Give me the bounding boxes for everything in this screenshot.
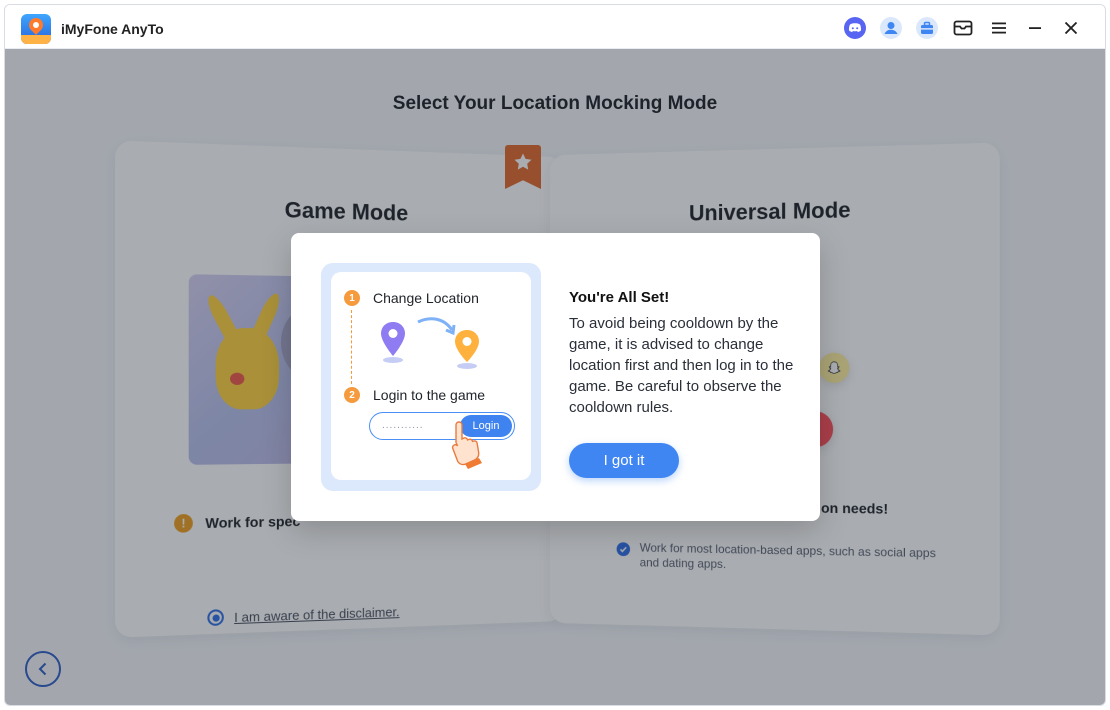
- step-1-badge: 1: [344, 290, 360, 306]
- mail-icon[interactable]: [951, 16, 975, 40]
- step-connector: [351, 310, 352, 384]
- step-1-label: Change Location: [373, 290, 479, 306]
- step-2-badge: 2: [344, 387, 360, 403]
- orange-location-pin-icon: [455, 330, 479, 369]
- titlebar-actions: [843, 15, 1083, 41]
- step-2-label: Login to the game: [373, 387, 486, 403]
- tips-dialog: 1 Change Location 2 Login to the game ..…: [291, 233, 820, 521]
- discord-icon[interactable]: [843, 16, 867, 40]
- menu-icon[interactable]: [987, 16, 1011, 40]
- account-icon[interactable]: [879, 16, 903, 40]
- dialog-message: To avoid being cooldown by the game, it …: [569, 315, 794, 416]
- app-title: iMyFone AnyTo: [61, 21, 164, 37]
- tips-illustration: 1 Change Location 2 Login to the game ..…: [321, 263, 541, 491]
- minimize-icon[interactable]: [1023, 16, 1047, 40]
- purple-location-pin-icon: [381, 322, 405, 363]
- close-icon[interactable]: [1059, 16, 1083, 40]
- app-window: iMyFone AnyTo Select Your Location Mocki…: [4, 4, 1106, 706]
- app-logo-icon: [21, 14, 51, 44]
- dialog-heading: You're All Set!: [569, 289, 670, 306]
- got-it-button[interactable]: I got it: [569, 443, 679, 478]
- title-bar: iMyFone AnyTo: [5, 5, 1105, 49]
- login-placeholder: ...........: [382, 420, 424, 431]
- pointing-hand-icon: [451, 421, 482, 469]
- toolbox-icon[interactable]: [915, 16, 939, 40]
